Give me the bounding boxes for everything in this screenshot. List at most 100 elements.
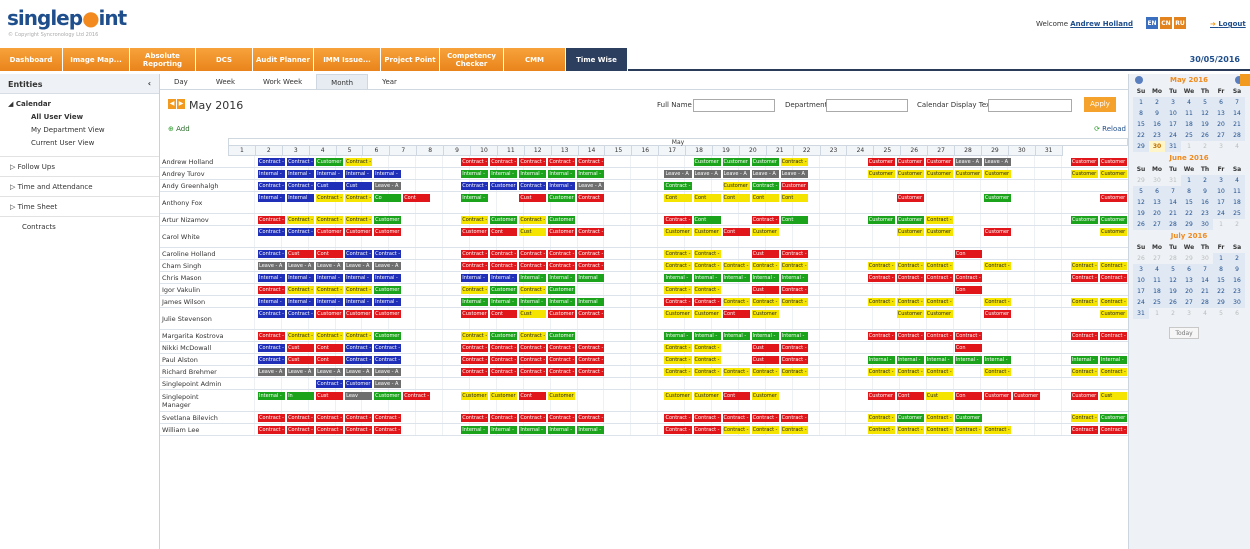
- calendar-event[interactable]: Customer: [1070, 216, 1098, 224]
- mini-calendar-day[interactable]: 3: [1133, 264, 1149, 275]
- calendar-event[interactable]: Cont: [519, 392, 547, 400]
- calendar-event[interactable]: Leave - A: [316, 368, 344, 376]
- calendar-event[interactable]: Cont: [722, 228, 750, 236]
- display-text-input[interactable]: [988, 99, 1072, 112]
- calendar-event[interactable]: Contract -: [316, 194, 344, 202]
- reload-button[interactable]: ⟳ Reload: [1094, 125, 1126, 133]
- add-button[interactable]: ⊕ Add: [168, 125, 190, 133]
- calendar-event[interactable]: Contract -: [780, 158, 808, 166]
- calendar-event[interactable]: Contract -: [374, 426, 402, 434]
- lang-cn[interactable]: CN: [1160, 17, 1172, 29]
- tab-dashboard[interactable]: Dashboard: [0, 48, 63, 71]
- calendar-event[interactable]: Customer: [954, 170, 982, 178]
- department-input[interactable]: [826, 99, 908, 112]
- mini-calendar-day[interactable]: 7: [1165, 186, 1181, 197]
- calendar-event[interactable]: Customer: [867, 392, 895, 400]
- mini-calendar-day[interactable]: 17: [1165, 119, 1181, 130]
- day-cell[interactable]: [228, 192, 255, 213]
- day-cell[interactable]: [927, 284, 955, 295]
- calendar-event[interactable]: Leave - A: [780, 170, 808, 178]
- day-cell[interactable]: [578, 214, 605, 225]
- mini-calendar-day[interactable]: 10: [1165, 108, 1181, 119]
- calendar-event[interactable]: Cust: [925, 392, 953, 400]
- calendar-event[interactable]: Internal -: [664, 274, 692, 282]
- day-cell[interactable]: [927, 192, 955, 213]
- mini-calendar-day[interactable]: 13: [1149, 197, 1165, 208]
- calendar-event[interactable]: Contract -: [983, 298, 1011, 306]
- calendar-event[interactable]: Internal -: [693, 332, 721, 340]
- calendar-event[interactable]: Contract -: [345, 426, 373, 434]
- day-cell[interactable]: [820, 378, 847, 389]
- mini-calendar-day[interactable]: 25: [1181, 130, 1197, 141]
- mini-calendar-day[interactable]: 1: [1213, 219, 1229, 230]
- day-cell[interactable]: [846, 342, 874, 353]
- calendar-event[interactable]: Contract -: [461, 356, 489, 364]
- calendar-event[interactable]: Contract -: [490, 262, 518, 270]
- calendar-event[interactable]: Contract -: [693, 426, 721, 434]
- calendar-event[interactable]: Customer: [461, 392, 489, 400]
- calendar-event[interactable]: Contract -: [519, 182, 547, 190]
- day-cell[interactable]: [820, 284, 847, 295]
- calendar-event[interactable]: Cust: [287, 356, 315, 364]
- calendar-event[interactable]: Contract -: [577, 228, 605, 236]
- calendar-event[interactable]: Contract -: [287, 310, 315, 318]
- tab-time-wise[interactable]: Time Wise: [566, 48, 628, 71]
- calendar-event[interactable]: Contract -: [316, 286, 344, 294]
- day-cell[interactable]: [793, 390, 820, 411]
- calendar-event[interactable]: Internal -: [1099, 356, 1127, 364]
- calendar-event[interactable]: Contract -: [1099, 274, 1127, 282]
- mini-calendar-day[interactable]: 2: [1229, 219, 1245, 230]
- today-button[interactable]: Today: [1169, 327, 1199, 339]
- calendar-event[interactable]: Contract -: [722, 426, 750, 434]
- mini-calendar-day[interactable]: 9: [1229, 264, 1245, 275]
- calendar-event[interactable]: Cust: [519, 194, 547, 202]
- calendar-event[interactable]: Leave - A: [751, 170, 779, 178]
- calendar-event[interactable]: In: [287, 392, 315, 400]
- calendar-event[interactable]: Customer: [983, 228, 1011, 236]
- day-cell[interactable]: [228, 248, 255, 259]
- calendar-event[interactable]: Contract -: [780, 368, 808, 376]
- tab-week[interactable]: Week: [202, 74, 249, 89]
- calendar-event[interactable]: Internal -: [519, 170, 547, 178]
- calendar-event[interactable]: Internal -: [461, 298, 489, 306]
- calendar-event[interactable]: Customer: [1012, 392, 1040, 400]
- calendar-event[interactable]: Customer: [693, 158, 721, 166]
- day-cell[interactable]: [631, 390, 659, 411]
- calendar-event[interactable]: Contract -: [867, 262, 895, 270]
- calendar-event[interactable]: Contract -: [577, 344, 605, 352]
- calendar-event[interactable]: Customer: [345, 380, 373, 388]
- mini-calendar-day[interactable]: 14: [1165, 197, 1181, 208]
- mini-calendar-day[interactable]: 29: [1133, 175, 1149, 186]
- calendar-event[interactable]: Contract -: [461, 414, 489, 422]
- mini-calendar-day[interactable]: 15: [1213, 275, 1229, 286]
- day-cell[interactable]: [1035, 342, 1062, 353]
- calendar-event[interactable]: Contract -: [751, 414, 779, 422]
- calendar-event[interactable]: Cont: [693, 216, 721, 224]
- calendar-event[interactable]: Cust: [345, 182, 373, 190]
- calendar-event[interactable]: Contract -: [548, 414, 576, 422]
- day-cell[interactable]: [578, 390, 605, 411]
- calendar-event[interactable]: Customer: [461, 228, 489, 236]
- day-cell[interactable]: [416, 180, 444, 191]
- calendar-event[interactable]: Contract -: [461, 250, 489, 258]
- calendar-event[interactable]: Internal -: [693, 274, 721, 282]
- day-cell[interactable]: [228, 390, 255, 411]
- day-cell[interactable]: [631, 180, 659, 191]
- calendar-event[interactable]: Internal -: [461, 426, 489, 434]
- calendar-event[interactable]: Internal -: [461, 194, 489, 202]
- mini-calendar-day[interactable]: 20: [1181, 286, 1197, 297]
- calendar-event[interactable]: Contract -: [345, 158, 373, 166]
- mini-calendar-day[interactable]: 21: [1165, 208, 1181, 219]
- lang-en[interactable]: EN: [1146, 17, 1158, 29]
- day-cell[interactable]: [1035, 214, 1062, 225]
- calendar-event[interactable]: Contract -: [258, 182, 286, 190]
- day-cell[interactable]: [927, 248, 955, 259]
- calendar-event[interactable]: Customer: [722, 158, 750, 166]
- calendar-event[interactable]: Contract -: [577, 368, 605, 376]
- day-cell[interactable]: [1008, 272, 1035, 283]
- mini-calendar-day[interactable]: 5: [1197, 97, 1213, 108]
- mini-calendar-day[interactable]: 18: [1149, 286, 1165, 297]
- mini-calendar-day[interactable]: 17: [1213, 197, 1229, 208]
- day-cell[interactable]: [578, 284, 605, 295]
- full-name-input[interactable]: [693, 99, 775, 112]
